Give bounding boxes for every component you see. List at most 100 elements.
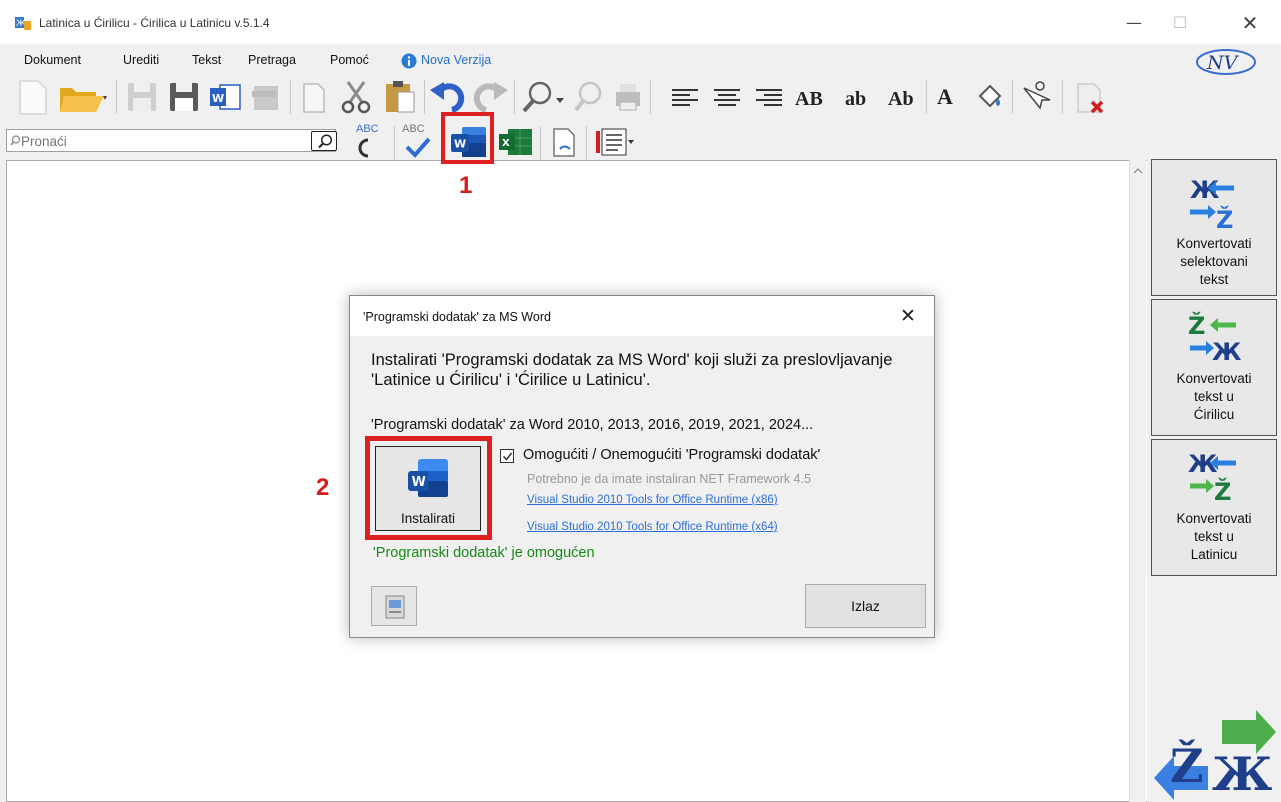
svg-text:NV: NV [1206, 52, 1240, 74]
new-document-icon[interactable] [12, 78, 52, 116]
convert-selected-button[interactable]: Ж Ž Konvertovati selektovani tekst [1151, 159, 1277, 296]
align-center-icon[interactable] [710, 78, 744, 116]
maximize-button[interactable]: ☐ [1157, 8, 1203, 38]
convert-to-latin-button[interactable]: Ж Ž Konvertovati tekst u Latinicu [1151, 439, 1277, 576]
highlight-word-button [441, 112, 494, 164]
supported-versions: 'Programski dodatak' za Word 2010, 2013,… [371, 417, 814, 433]
toolbar-separator [290, 80, 291, 114]
net-framework-note: Potrebno je da imate instaliran NET Fram… [527, 472, 811, 486]
secondary-toolbar: ABC ABC W X [0, 122, 1281, 160]
new-version-link[interactable]: Nova Verzija [421, 53, 491, 67]
undo-icon[interactable] [428, 78, 468, 116]
scroll-up-icon[interactable] [1133, 168, 1143, 174]
convert-selected-line2: selektovani [1180, 254, 1248, 269]
spellcheck-label: ABC [356, 123, 379, 135]
copy-icon[interactable] [296, 78, 330, 116]
search-button[interactable] [311, 131, 337, 151]
toolbar-separator [1012, 80, 1013, 114]
redo-icon[interactable] [470, 78, 510, 116]
word-export-icon[interactable]: W [206, 78, 244, 116]
search-box [6, 129, 337, 152]
align-left-icon[interactable] [668, 78, 702, 116]
dialog-close-button[interactable]: ✕ [900, 305, 916, 327]
menu-tekst[interactable]: Tekst [192, 53, 221, 67]
fill-color-icon[interactable] [972, 78, 1006, 116]
svg-text:Ž: Ž [1170, 738, 1204, 793]
toolbar-separator [116, 80, 117, 114]
list-menu-icon[interactable] [592, 126, 652, 158]
checkmark-icon [503, 452, 513, 461]
find-disabled-icon[interactable] [570, 78, 608, 116]
toolbar-separator [424, 80, 425, 114]
toolbar-separator [540, 126, 541, 160]
enable-addin-label[interactable]: Omogućiti / Onemogućiti 'Programski doda… [523, 447, 820, 463]
excel-icon[interactable]: X [496, 126, 536, 158]
search-icon [10, 135, 21, 146]
archive-icon[interactable] [246, 78, 284, 116]
svg-text:Ж: Ж [1212, 338, 1242, 366]
clear-icon[interactable] [1070, 78, 1110, 116]
select-icon[interactable] [1016, 78, 1056, 116]
toolbar-separator [394, 126, 395, 160]
highlight-install-button [365, 436, 492, 540]
app-icon: Ж [15, 17, 31, 30]
dialog-description: Instalirati 'Programski dodatak za MS Wo… [371, 351, 893, 389]
to-latin-icon: Ж Ž [1188, 450, 1236, 506]
app-window: Ж Latinica u Ćirilicu - Ćirilica u Latin… [0, 0, 1281, 802]
spellcheck-icon [358, 138, 369, 158]
vsto-x64-link[interactable]: Visual Studio 2010 Tools for Office Runt… [527, 521, 778, 533]
toolbar-separator [926, 80, 927, 114]
menu-dokument[interactable]: Dokument [24, 53, 81, 67]
addin-status: 'Programski dodatak' je omogućen [373, 545, 595, 561]
uninstall-button[interactable] [371, 586, 417, 626]
titlecase-button[interactable]: Ab [888, 88, 914, 126]
svg-text:W: W [212, 92, 224, 105]
svg-text:Ž: Ž [1188, 311, 1205, 340]
minimize-button[interactable]: — [1111, 8, 1157, 38]
convert-selected-line1: Konvertovati [1176, 236, 1252, 251]
font-color-button[interactable]: A [937, 84, 953, 122]
title-bar: Ж Latinica u Ćirilicu - Ćirilica u Latin… [0, 0, 1281, 44]
document-link-icon[interactable] [546, 126, 582, 158]
info-icon [401, 53, 417, 69]
menu-urediti[interactable]: Urediti [123, 53, 159, 67]
annotation-step-2: 2 [316, 474, 330, 501]
to-cyrillic-line2: tekst u [1194, 389, 1234, 404]
to-cyrillic-line3: Ćirilicu [1193, 407, 1235, 422]
to-latin-line3: Latinicu [1190, 547, 1238, 562]
to-cyrillic-line1: Konvertovati [1176, 371, 1252, 386]
open-folder-icon[interactable] [56, 78, 112, 116]
magnifier-icon [318, 134, 333, 149]
spellcheck-all-button[interactable]: ABC [400, 122, 440, 160]
to-cyrillic-icon: Ž Ж [1188, 311, 1242, 366]
check-icon [405, 137, 431, 158]
convert-selected-icon: Ж Ž [1190, 176, 1234, 234]
align-right-icon[interactable] [752, 78, 786, 116]
window-title: Latinica u Ćirilicu - Ćirilica u Latinic… [39, 16, 270, 30]
paste-icon[interactable] [380, 78, 420, 116]
to-latin-line2: tekst u [1194, 529, 1234, 544]
lowercase-button[interactable]: ab [845, 88, 866, 126]
find-icon[interactable] [520, 78, 566, 116]
spellcheck-button[interactable]: ABC [350, 122, 390, 160]
search-input[interactable] [21, 134, 301, 149]
svg-text:X: X [502, 138, 510, 149]
main-toolbar: W AB ab Ab A [0, 74, 1281, 188]
save-icon[interactable] [124, 78, 160, 116]
menu-pretraga[interactable]: Pretraga [248, 53, 296, 67]
save-as-icon[interactable] [166, 78, 202, 116]
cut-icon[interactable] [336, 78, 376, 116]
close-button[interactable]: ✕ [1227, 8, 1273, 38]
annotation-step-1: 1 [459, 172, 473, 199]
svg-text:Ž: Ž [1216, 205, 1233, 234]
exit-button[interactable]: Izlaz [805, 584, 926, 628]
convert-to-cyrillic-button[interactable]: Ž Ж Konvertovati tekst u Ćirilicu [1151, 299, 1277, 436]
vertical-scrollbar[interactable] [1129, 160, 1146, 802]
menu-pomoc[interactable]: Pomoć [330, 53, 369, 67]
vsto-x86-link[interactable]: Visual Studio 2010 Tools for Office Runt… [527, 494, 778, 506]
uppercase-button[interactable]: AB [795, 88, 823, 126]
dialog-title: 'Programski dodatak' za MS Word [363, 310, 551, 324]
print-icon[interactable] [610, 78, 646, 116]
enable-addin-checkbox[interactable] [500, 449, 514, 463]
app-logo-large: Ž Ж [1154, 710, 1276, 801]
